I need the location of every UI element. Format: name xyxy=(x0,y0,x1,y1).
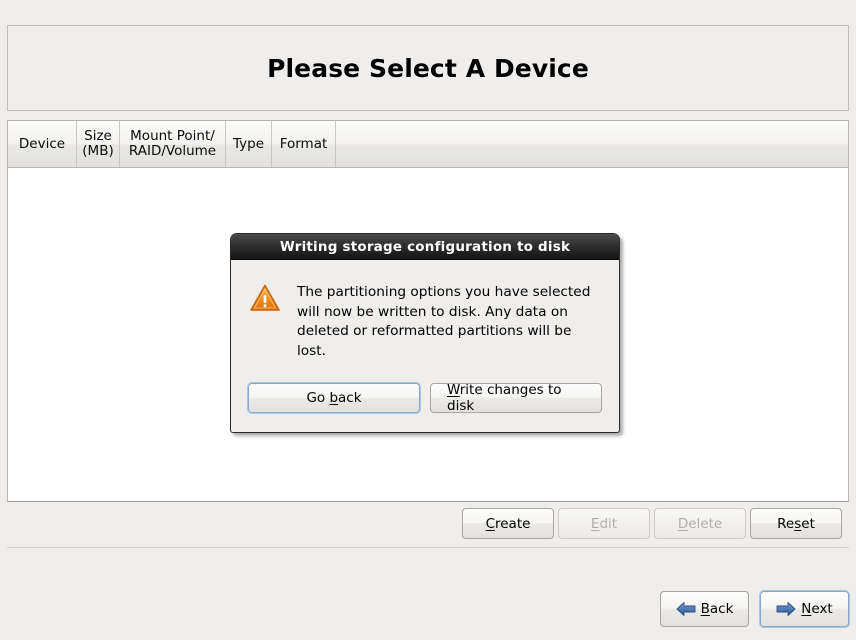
delete-button[interactable]: Delete xyxy=(654,508,746,539)
column-header-device[interactable]: Device xyxy=(8,121,77,167)
reset-button[interactable]: Reset xyxy=(750,508,842,539)
arrow-left-icon xyxy=(676,601,696,617)
device-table-header: Device Size (MB) Mount Point/ RAID/Volum… xyxy=(8,121,848,168)
dialog-body: The partitioning options you have select… xyxy=(231,260,619,361)
next-button[interactable]: Next xyxy=(760,591,849,627)
create-button[interactable]: Create xyxy=(462,508,554,539)
navigation-button-row: Back Next xyxy=(660,591,849,627)
page-title: Please Select A Device xyxy=(267,53,589,83)
reset-button-label: Reset xyxy=(777,515,815,532)
page-title-frame: Please Select A Device xyxy=(7,25,849,111)
column-header-filler xyxy=(336,121,848,167)
edit-button-label: Edit xyxy=(590,515,618,532)
delete-button-label: Delete xyxy=(677,515,723,532)
edit-button[interactable]: Edit xyxy=(558,508,650,539)
column-header-type[interactable]: Type xyxy=(226,121,272,167)
dialog-action-row: Go back Write changes to disk xyxy=(231,361,619,432)
back-button[interactable]: Back xyxy=(660,591,749,627)
column-header-size[interactable]: Size (MB) xyxy=(77,121,120,167)
dialog-title: Writing storage configuration to disk xyxy=(279,238,571,255)
dialog-message: The partitioning options you have select… xyxy=(297,284,591,359)
warning-triangle-icon xyxy=(249,283,281,313)
footer-divider xyxy=(7,547,849,548)
dialog-titlebar: Writing storage configuration to disk xyxy=(231,234,619,260)
column-header-mount-point[interactable]: Mount Point/ RAID/Volume xyxy=(120,121,226,167)
column-header-format[interactable]: Format xyxy=(272,121,336,167)
device-action-button-row: Create Edit Delete Reset xyxy=(0,508,849,539)
go-back-button[interactable]: Go back xyxy=(248,383,420,413)
arrow-right-icon xyxy=(776,601,796,617)
go-back-button-label: Go back xyxy=(306,390,362,406)
write-storage-config-dialog: Writing storage configuration to disk Th… xyxy=(230,233,620,433)
write-changes-to-disk-button[interactable]: Write changes to disk xyxy=(430,382,602,414)
back-button-label: Back xyxy=(700,601,734,617)
next-button-label: Next xyxy=(801,601,833,617)
create-button-label: Create xyxy=(485,515,531,532)
write-changes-to-disk-button-label: Write changes to disk xyxy=(447,382,562,414)
